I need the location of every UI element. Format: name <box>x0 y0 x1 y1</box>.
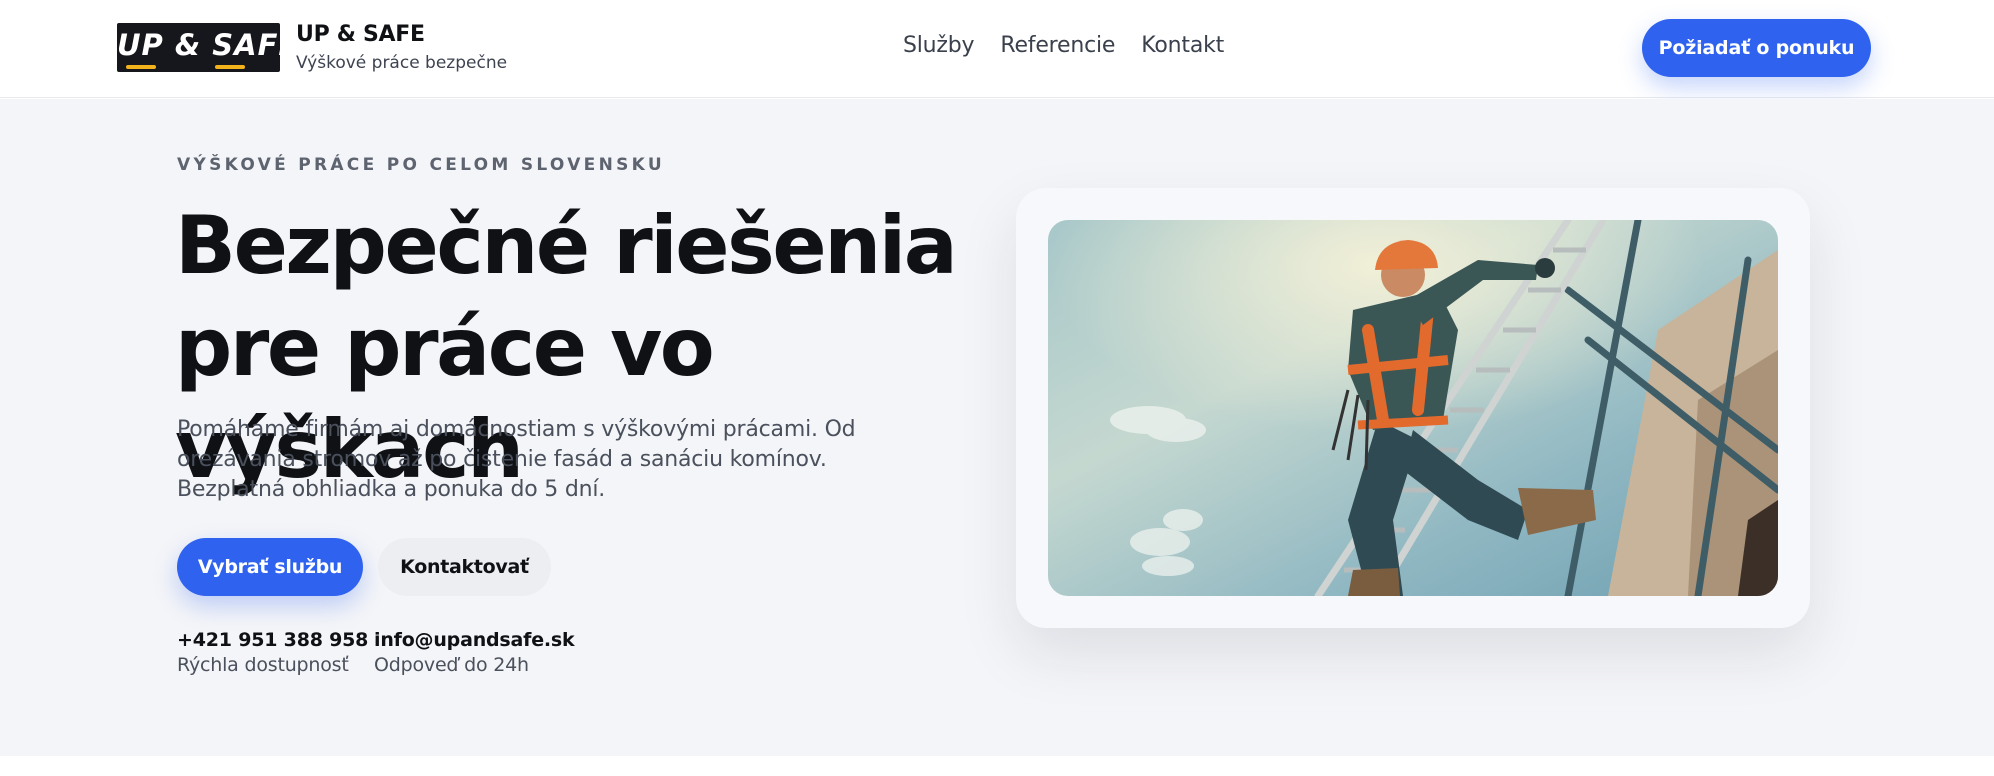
logo[interactable]: UP & SAFE <box>117 23 280 72</box>
hero-section: VÝŠKOVÉ PRÁCE PO CELOM SLOVENSKU Bezpečn… <box>0 99 1994 756</box>
phone-note: Rýchla dostupnosť <box>177 654 349 676</box>
contact-button[interactable]: Kontaktovať <box>378 538 551 596</box>
email-note: Odpoveď do 24h <box>374 654 529 676</box>
logo-swoosh-right <box>215 65 245 69</box>
email-contact: info@upandsafe.sk Odpoveď do 24h <box>374 629 575 676</box>
hero-image-card <box>1016 188 1810 628</box>
main-nav: Služby Referencie Kontakt <box>903 33 1224 58</box>
brand-tagline: Výškové práce bezpečne <box>296 53 508 73</box>
logo-wordmark: UP & SAFE <box>117 28 280 62</box>
email-address[interactable]: info@upandsafe.sk <box>374 629 575 651</box>
nav-link-referencie[interactable]: Referencie <box>1000 33 1115 58</box>
worker-illustration <box>1048 220 1778 596</box>
brand-name: UP & SAFE <box>296 22 425 47</box>
request-offer-button[interactable]: Požiadať o ponuku <box>1642 19 1871 77</box>
site-header: UP & SAFE UP & SAFE Výškové práce bezpeč… <box>0 0 1994 98</box>
hero-lead: Pomáhame firmám aj domácnostiam s výškov… <box>177 417 856 502</box>
hero-photo-worker-on-ladder <box>1048 220 1778 596</box>
nav-link-kontakt[interactable]: Kontakt <box>1141 33 1224 58</box>
logo-swoosh-left <box>126 65 156 69</box>
choose-service-button[interactable]: Vybrať službu <box>177 538 363 596</box>
hero-eyebrow: VÝŠKOVÉ PRÁCE PO CELOM SLOVENSKU <box>177 155 665 175</box>
phone-contact: +421 951 388 958 Rýchla dostupnosť <box>177 629 368 676</box>
nav-link-sluzby[interactable]: Služby <box>903 33 975 58</box>
phone-number[interactable]: +421 951 388 958 <box>177 629 368 651</box>
